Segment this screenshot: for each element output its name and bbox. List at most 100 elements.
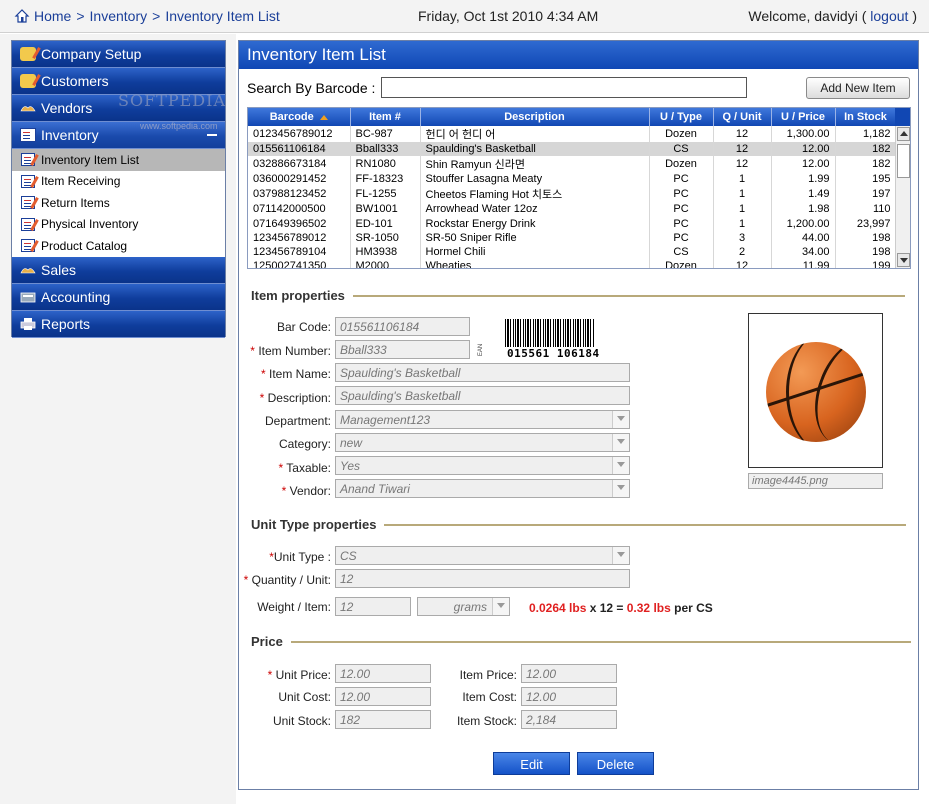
sidebar-item-inventory-item-list[interactable]: Inventory Item List bbox=[12, 149, 225, 171]
department-select[interactable]: Management123 bbox=[335, 410, 630, 429]
column-header-item-number[interactable]: Item # bbox=[350, 108, 421, 126]
nav-company-setup[interactable]: Company Setup bbox=[12, 41, 225, 68]
column-header-in-stock[interactable]: In Stock bbox=[835, 108, 897, 126]
table-row[interactable]: 036000291452 FF-18323 Stouffer Lasagna Mea… bbox=[248, 172, 897, 187]
column-header-barcode[interactable]: Barcode bbox=[248, 108, 351, 126]
table-row[interactable]: 071142000500 BW1001 Arrowhead Water 12oz PC… bbox=[248, 202, 897, 217]
nav-accounting[interactable]: Accounting bbox=[12, 283, 225, 311]
required-marker: * bbox=[267, 668, 273, 682]
table-row[interactable]: 037988123452 FL-1255 Cheetos Flaming Hot 치… bbox=[248, 186, 897, 203]
item-stock-field[interactable]: 2,184 bbox=[521, 710, 617, 729]
quantity-unit-label: * Quantity / Unit: bbox=[243, 573, 331, 587]
table-row[interactable]: 123456789104 HM3938 Hormel Chili CS 2 34.00 19… bbox=[248, 244, 897, 260]
table-row[interactable]: 032886673184 RN1080 Shin Ramyun 신라면 Dozen 12… bbox=[248, 156, 897, 173]
taxable-select[interactable]: Yes bbox=[335, 456, 630, 475]
unit-stock-field[interactable]: 182 bbox=[335, 710, 431, 729]
unit-cost-field[interactable]: 12.00 bbox=[335, 687, 431, 706]
item-properties-section: Item properties bbox=[251, 288, 905, 303]
nav-label: Vendors bbox=[41, 100, 93, 116]
sidebar-item-return-items[interactable]: Return Items bbox=[12, 192, 225, 214]
description-field[interactable]: Spaulding's Basketball bbox=[335, 386, 630, 405]
breadcrumb-inventory[interactable]: Inventory bbox=[90, 8, 148, 24]
category-select[interactable]: new bbox=[335, 433, 630, 452]
chevron-down-icon bbox=[617, 416, 625, 421]
weight-field[interactable]: 12 bbox=[335, 597, 411, 616]
sidebar-item-product-catalog[interactable]: Product Catalog bbox=[12, 235, 225, 257]
image-filename-field[interactable]: image4445.png bbox=[748, 473, 883, 489]
logout-link[interactable]: logout bbox=[870, 8, 908, 24]
price-section: Price bbox=[251, 634, 911, 649]
breadcrumb-separator: > bbox=[76, 8, 85, 24]
table-row[interactable]: 125002741350 M2000 Wheaties Dozen 12 11.99 199 bbox=[248, 259, 897, 268]
item-stock-label: Item Stock: bbox=[456, 714, 517, 728]
item-cost-field[interactable]: 12.00 bbox=[521, 687, 617, 706]
table-row-selected[interactable]: 015561106184 Bball333 Spaulding's Basketba… bbox=[248, 142, 897, 157]
breadcrumb-separator: > bbox=[152, 8, 161, 24]
scroll-down-icon[interactable] bbox=[897, 253, 910, 267]
section-heading: Price bbox=[251, 634, 283, 649]
unit-price-field[interactable]: 12.00 bbox=[335, 664, 431, 683]
sidebar-item-label: Item Receiving bbox=[41, 174, 121, 189]
table-row[interactable]: 123456789012 SR-1050 SR-50 Sniper Rifle PC 3… bbox=[248, 230, 897, 245]
weight-unit-select[interactable]: grams bbox=[417, 597, 510, 616]
chevron-down-icon bbox=[617, 485, 625, 490]
company-setup-icon bbox=[20, 47, 36, 61]
scroll-thumb[interactable] bbox=[897, 144, 910, 178]
sort-asc-icon bbox=[319, 114, 328, 120]
scroll-up-icon[interactable] bbox=[897, 127, 910, 141]
barcode-image: 015561 106184 EAN bbox=[473, 317, 631, 361]
unit-type-section: Unit Type properties bbox=[251, 517, 907, 532]
search-label: Search By Barcode : bbox=[247, 79, 376, 96]
item-name-field[interactable]: Spaulding's Basketball bbox=[335, 363, 630, 382]
sidebar-item-physical-inventory[interactable]: Physical Inventory bbox=[12, 213, 225, 235]
barcode-search-input[interactable] bbox=[381, 77, 748, 98]
category-label: Category: bbox=[278, 437, 331, 451]
home-icon[interactable] bbox=[14, 8, 30, 24]
column-header-unit-type[interactable]: U / Type bbox=[649, 108, 714, 126]
add-new-item-button[interactable]: Add New Item bbox=[806, 77, 910, 99]
nav-label: Sales bbox=[41, 261, 77, 278]
table-row[interactable]: 0123456789012 BC-987 헌디 어 헌디 어 Dozen 12 1,300… bbox=[248, 126, 897, 142]
barcode-digits: 015561 106184 bbox=[507, 347, 600, 360]
sidebar: Company Setup Customers Vendors Inventor… bbox=[11, 40, 226, 338]
collapse-icon[interactable] bbox=[207, 134, 217, 136]
barcode-field[interactable]: 015561106184 bbox=[335, 317, 470, 336]
sidebar-item-label: Return Items bbox=[41, 195, 110, 210]
required-marker: * bbox=[281, 484, 287, 498]
edit-document-icon bbox=[21, 196, 35, 210]
item-cost-label: Item Cost: bbox=[462, 690, 517, 704]
inventory-icon bbox=[20, 128, 36, 142]
sidebar-item-item-receiving[interactable]: Item Receiving bbox=[12, 170, 225, 192]
barcode-type: EAN bbox=[478, 343, 485, 357]
description-label: * Description: bbox=[259, 391, 331, 405]
breadcrumb-inventory-item-list[interactable]: Inventory Item List bbox=[165, 8, 279, 24]
nav-label: Inventory bbox=[41, 127, 99, 143]
nav-reports[interactable]: Reports bbox=[12, 310, 225, 338]
section-divider bbox=[290, 640, 911, 643]
column-header-unit-price[interactable]: U / Price bbox=[771, 108, 836, 126]
table-row[interactable]: 071649396502 ED-101 Rockstar Energy Drink P… bbox=[248, 216, 897, 231]
weight-item-label: Weight / Item: bbox=[257, 600, 331, 614]
nav-sales[interactable]: Sales bbox=[12, 256, 225, 284]
edit-button[interactable]: Edit bbox=[493, 752, 570, 775]
column-header-quantity-unit[interactable]: Q / Unit bbox=[713, 108, 772, 126]
unit-type-select[interactable]: CS bbox=[335, 546, 630, 565]
item-number-field[interactable]: Bball333 bbox=[335, 340, 470, 359]
breadcrumb-home[interactable]: Home bbox=[34, 8, 71, 24]
main-panel: Inventory Item List Search By Barcode : … bbox=[238, 40, 919, 790]
required-marker: * bbox=[259, 391, 265, 405]
item-price-field[interactable]: 12.00 bbox=[521, 664, 617, 683]
sidebar-item-label: Physical Inventory bbox=[41, 217, 139, 232]
vendor-select[interactable]: Anand Tiwari bbox=[335, 479, 630, 498]
item-image[interactable] bbox=[748, 313, 883, 468]
inventory-grid: Barcode Item # Description U / Type Q / … bbox=[247, 107, 911, 269]
grid-scrollbar[interactable] bbox=[895, 126, 910, 268]
sales-icon bbox=[20, 263, 36, 277]
delete-button[interactable]: Delete bbox=[577, 752, 654, 775]
quantity-unit-field[interactable]: 12 bbox=[335, 569, 630, 588]
section-heading: Item properties bbox=[251, 288, 345, 303]
vendor-label: * Vendor: bbox=[281, 484, 331, 498]
nav-label: Customers bbox=[41, 73, 109, 89]
basketball-image bbox=[766, 342, 866, 442]
column-header-description[interactable]: Description bbox=[420, 108, 650, 126]
